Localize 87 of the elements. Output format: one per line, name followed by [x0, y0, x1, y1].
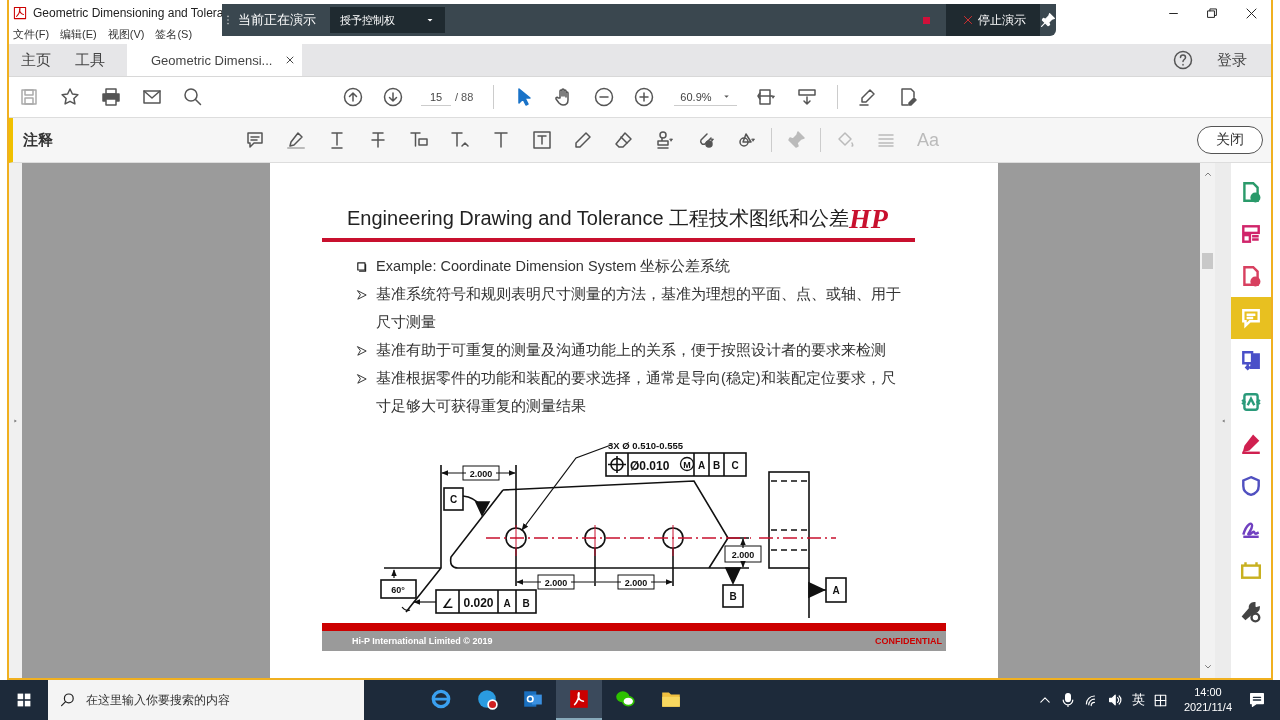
datum-reference: C — [731, 460, 739, 471]
pdf-app-icon — [568, 688, 590, 710]
angle-symbol: ∠ — [441, 596, 454, 611]
dimension-value: 2.000 — [544, 577, 568, 588]
page-up-icon[interactable] — [343, 87, 363, 107]
print-icon[interactable] — [101, 87, 121, 107]
zoom-in-icon[interactable] — [634, 87, 655, 107]
tolerance-value: 0.020 — [463, 596, 494, 610]
modifier-letter: M — [683, 460, 691, 470]
ime-mode-icon[interactable] — [1152, 692, 1168, 708]
bullet-text: 基准有助于可重复的测量及沟通功能上的关系，便于按照设计者的要求来检测 — [376, 341, 887, 360]
bullet-text: 基准根据零件的功能和装配的要求选择，通常是导向(稳定)和装配定位要求，尺寸足够大可获得重复的测量结果 — [376, 369, 897, 416]
menu-item[interactable]: 文件(F) — [13, 27, 50, 42]
star-icon[interactable] — [60, 87, 80, 107]
bullet-text: Example: Coordinate Dimension System 坐标公差系统 — [376, 257, 732, 276]
tolerance-value: Ø0.010 — [630, 459, 670, 473]
notification-icon[interactable] — [1248, 691, 1266, 709]
dimension-value: 2.000 — [624, 577, 648, 588]
stamp-icon[interactable] — [655, 130, 675, 150]
close-button[interactable]: 关闭 — [1197, 126, 1263, 154]
text-box-icon[interactable] — [532, 130, 552, 150]
datum-label: C — [449, 494, 458, 505]
mail-icon[interactable] — [142, 87, 162, 107]
help-icon[interactable] — [1173, 50, 1193, 70]
note-icon[interactable] — [245, 130, 265, 150]
eraser-icon[interactable] — [614, 130, 634, 150]
menu-item[interactable]: 签名(S) — [155, 27, 193, 42]
page-number-field[interactable]: 15 — [421, 88, 451, 106]
grant-control-dropdown[interactable]: 授予控制权 — [330, 7, 445, 33]
datum-label: B — [729, 591, 737, 602]
stop-presenting-button[interactable]: 停止演示 — [946, 4, 1040, 36]
pencil-icon[interactable] — [573, 130, 593, 150]
arrow-bullet-icon — [356, 289, 368, 301]
datum-reference: A — [503, 598, 511, 609]
search-icon[interactable] — [183, 87, 203, 107]
arrow-bullet-icon — [356, 345, 368, 357]
restore-icon[interactable] — [1206, 6, 1219, 20]
pdf-app-icon — [13, 6, 27, 20]
search-icon — [60, 692, 76, 708]
taskbar-search-field[interactable]: 在这里输入你要搜索的内容 — [48, 680, 364, 720]
clock[interactable]: 14:00 2021/11/4 — [1183, 685, 1232, 715]
logo: HP — [849, 206, 888, 232]
text-comment-icon[interactable] — [409, 130, 429, 150]
dimension-value: 2.000 — [731, 549, 755, 560]
datum-reference: A — [697, 460, 706, 471]
scrollbar-thumb[interactable] — [1202, 253, 1213, 269]
pin-icon[interactable] — [1040, 12, 1056, 28]
close-icon[interactable] — [1245, 6, 1258, 20]
shapes-icon[interactable] — [737, 130, 757, 150]
footer-company: Hi-P International Limited © 2019 — [352, 636, 493, 646]
callout-text: 3X Ø 0.510-0.555 — [608, 440, 683, 451]
date: 2021/11/4 — [1183, 700, 1232, 715]
browser-icon — [430, 688, 452, 710]
footer-label: CONFIDENTIAL — [875, 636, 943, 646]
presenting-status: 当前正在演示 — [238, 11, 316, 29]
highlighter-icon[interactable] — [286, 130, 306, 150]
menu-item[interactable]: 编辑(E) — [60, 27, 97, 42]
time: 14:00 — [1194, 685, 1222, 700]
volume-icon[interactable] — [1107, 692, 1124, 708]
slide-title: Engineering Drawing and Tolerance 工程技术图纸和公差 — [347, 206, 850, 231]
sign-pen-icon[interactable] — [857, 87, 878, 107]
sign-in-button[interactable]: 登录 — [1211, 49, 1253, 71]
fit-page-icon[interactable] — [756, 87, 777, 107]
arrow-bullet-icon — [356, 373, 368, 385]
text-insert-icon[interactable] — [450, 130, 470, 150]
datum-reference: B — [522, 598, 530, 609]
page-down-icon[interactable] — [383, 87, 403, 107]
bullet-text: 基准系统符号和规则表明尺寸测量的方法，基准为理想的平面、点、或轴、用于尺寸测量 — [376, 285, 902, 332]
text-icon[interactable] — [491, 130, 511, 150]
tab[interactable]: Geometric Dimensi... — [127, 44, 303, 76]
zoom-out-icon[interactable] — [594, 87, 615, 107]
toolbar-title: 注释 — [22, 130, 54, 150]
zoom-dropdown[interactable]: 60.9% — [674, 88, 737, 106]
windows-logo-icon — [16, 692, 32, 708]
datum-reference: B — [712, 460, 721, 471]
mail-app-icon — [522, 688, 544, 710]
input-language[interactable]: 英 — [1131, 691, 1145, 709]
comment-icon — [1240, 307, 1262, 329]
datum-label: A — [832, 585, 840, 596]
recording-indicator — [923, 16, 930, 24]
menu-item[interactable]: 视图(V) — [107, 27, 145, 42]
scroll-mode-icon[interactable] — [796, 87, 817, 107]
dimension-value: 2.000 — [469, 468, 493, 479]
angle-value: 60° — [391, 585, 405, 595]
page-count: / 88 — [455, 91, 474, 103]
text-strikethrough-icon[interactable] — [368, 130, 388, 150]
square-bullet-icon — [356, 261, 368, 273]
